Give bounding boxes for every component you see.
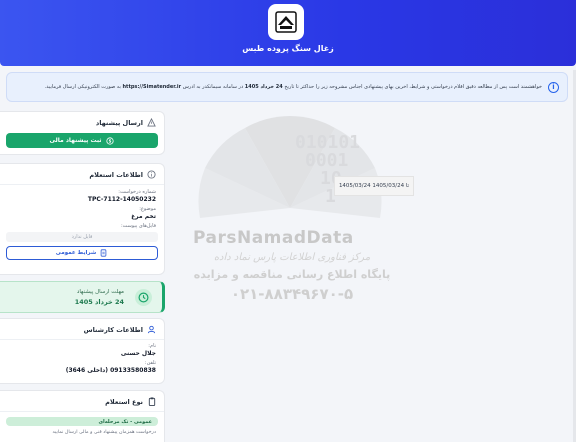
inquiry-info-title: اطلاعات استعلام xyxy=(0,164,164,179)
info-icon: i xyxy=(548,81,559,93)
expert-info-title-text: اطلاعات کارشناس xyxy=(83,325,143,334)
notice-text: خواهشمند است پس از مطالعه دقیق اقلام درخ… xyxy=(45,84,542,90)
expert-name: جلال حسنی xyxy=(120,350,156,357)
general-terms-label: شرایط عمومی xyxy=(55,250,97,256)
notice-text-before: خواهشمند است پس از مطالعه دقیق اقلام درخ… xyxy=(284,84,542,90)
inquiry-info-title-text: اطلاعات استعلام xyxy=(89,170,143,179)
notice-text-middle: در سامانه سیمانکدر به آدرس xyxy=(182,84,244,90)
submit-offer-title-text: ارسال پیشنهاد xyxy=(95,118,143,127)
expert-info-card: اطلاعات کارشناس نام: جلال حسنی تلفن: 091… xyxy=(0,318,165,384)
watermark-brand: ParsNamadData xyxy=(193,228,354,248)
notice-banner: i خواهشمند است پس از مطالعه دقیق اقلام د… xyxy=(6,72,568,102)
watermark-phone: ۰۲۱-۸۸۳۴۹۶۷۰-۵ xyxy=(230,285,354,303)
page-title: زغال سنگ پروده طبس xyxy=(242,44,334,53)
expert-phone: 09133580838 (داخلی 3646) xyxy=(65,367,156,374)
submit-offer-title: ارسال پیشنهاد xyxy=(0,112,164,127)
svg-text:$: $ xyxy=(109,138,112,143)
warning-icon xyxy=(147,118,156,127)
submit-offer-card: ارسال پیشنهاد $ ثبت پیشنهاد مالی xyxy=(0,111,165,155)
page-header: زغال سنگ پروده طبس xyxy=(0,0,576,66)
no-file-message: فایل ندارد xyxy=(6,232,158,242)
inquiry-type-badge: عمومی - تک مرحله‌ای xyxy=(6,417,158,426)
subject-value: تخم مرغ xyxy=(131,213,156,220)
general-terms-button[interactable]: شرایط عمومی xyxy=(6,246,158,260)
inquiry-type-card: نوع استعلام عمومی - تک مرحله‌ای درخواست … xyxy=(0,390,165,442)
expert-info-title: اطلاعات کارشناس xyxy=(0,319,164,334)
request-number: TPC-7112-14050232 xyxy=(87,196,156,203)
inquiry-info-card: اطلاعات استعلام شماره درخواست: TPC-7112-… xyxy=(0,163,165,275)
watermark-line2: پایگاه اطلاع رسانی مناقصه و مزایده xyxy=(193,268,391,281)
inquiry-type-title: نوع استعلام xyxy=(0,391,164,406)
divider xyxy=(0,411,164,412)
document-icon xyxy=(99,249,108,258)
clipboard-icon xyxy=(147,397,156,406)
info-circle-icon xyxy=(147,170,156,179)
date-range-tag: 1405/03/24 تا 1405/03/24 xyxy=(334,176,414,196)
watermark-line1: مرکز فناوری اطلاعات پارس نماد داده xyxy=(213,252,371,263)
user-icon xyxy=(147,325,156,334)
inquiry-type-note: درخواست همزمان پیشنهاد فنی و مالی ارسال … xyxy=(52,430,156,435)
building-logo-icon xyxy=(268,4,304,40)
clock-icon xyxy=(135,289,152,306)
submit-financial-offer-button[interactable]: $ ثبت پیشنهاد مالی xyxy=(6,133,158,148)
notice-deadline: 24 خرداد 1405 xyxy=(244,84,283,90)
inquiry-type-title-text: نوع استعلام xyxy=(105,397,143,406)
deadline-date: 24 خرداد 1405 xyxy=(74,298,124,306)
deadline-card: مهلت ارسال پیشنهاد 24 خرداد 1405 xyxy=(0,281,165,313)
coin-icon: $ xyxy=(106,136,115,145)
divider xyxy=(0,184,164,185)
submit-financial-offer-label: ثبت پیشنهاد مالی xyxy=(49,137,102,144)
notice-website-link[interactable]: https://Simatender.ir xyxy=(123,84,182,90)
divider xyxy=(0,339,164,340)
deadline-label: مهلت ارسال پیشنهاد xyxy=(76,289,124,295)
attachments-label: فایل‌های پیوست: xyxy=(120,223,156,229)
notice-text-after: به صورت الکترونیکی ارسال فرمایید. xyxy=(44,84,121,90)
